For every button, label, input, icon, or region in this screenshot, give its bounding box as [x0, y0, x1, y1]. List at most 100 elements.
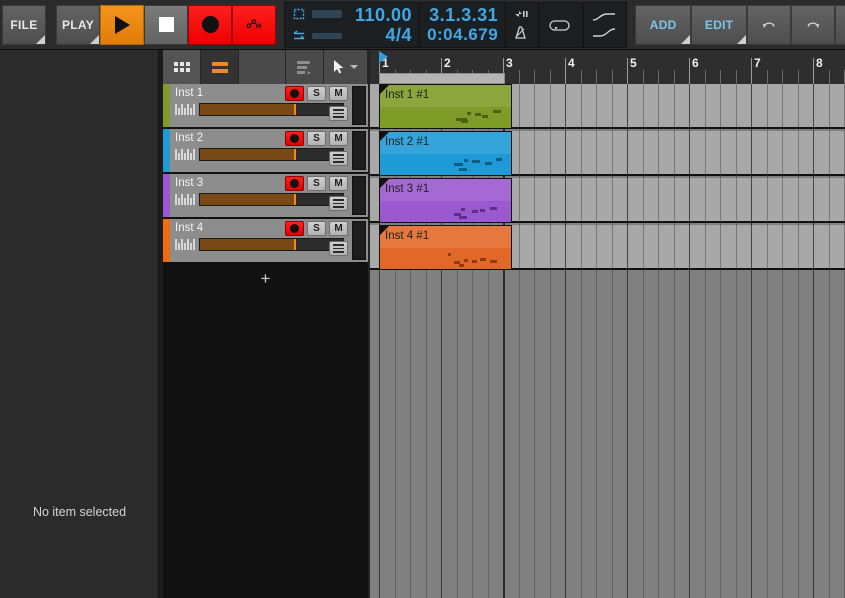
track-lanes[interactable]: Inst 1 #1 Inst 2 #1 Inst 3 #1 Inst 4 #1 — [370, 84, 845, 598]
midi-clip[interactable]: Inst 4 #1 — [379, 225, 513, 270]
midi-clip[interactable]: Inst 3 #1 — [379, 178, 513, 223]
ruler-bar-tick — [627, 58, 628, 84]
track-color-strip[interactable] — [163, 84, 170, 127]
track-record-arm-button[interactable] — [285, 221, 304, 236]
stop-button[interactable] — [144, 4, 188, 45]
automation-w-icon: W — [246, 18, 262, 29]
click-icon — [515, 10, 528, 17]
metronome-toggle-row[interactable] — [291, 6, 342, 22]
ruler-bar-label: 6 — [692, 56, 699, 70]
ruler-subdivision-tick — [658, 70, 659, 84]
track-mute-button[interactable]: M — [329, 86, 348, 101]
list-lines-icon — [211, 61, 228, 73]
track-menu-button[interactable] — [329, 106, 348, 121]
track-solo-button[interactable]: S — [307, 221, 326, 236]
duplicate-button[interactable] — [835, 4, 845, 45]
toolbar-spacer — [239, 50, 286, 84]
record-button[interactable] — [188, 4, 232, 45]
track-record-arm-button[interactable] — [285, 176, 304, 191]
pointer-tool-button[interactable] — [324, 50, 368, 84]
track-volume-slider[interactable] — [199, 193, 344, 206]
midi-clip[interactable]: Inst 2 #1 — [379, 131, 513, 176]
metronome-cell[interactable] — [506, 2, 540, 47]
play-mode-button[interactable]: PLAY — [56, 4, 100, 45]
ruler-bar-label: 7 — [754, 56, 761, 70]
metronome-level-bar — [312, 9, 342, 18]
grid-beat-line — [642, 84, 644, 598]
readout-toggles — [285, 3, 348, 47]
track-color-strip[interactable] — [163, 219, 170, 262]
volume-handle[interactable] — [294, 104, 297, 115]
ruler-subdivision-tick — [782, 70, 783, 84]
loop-region-bar[interactable] — [379, 73, 505, 84]
midi-note — [458, 168, 467, 172]
track-color-strip[interactable] — [163, 129, 170, 172]
grid-view-button[interactable] — [163, 50, 201, 84]
volume-handle[interactable] — [294, 194, 297, 205]
track-header[interactable]: Inst 2 S M — [163, 129, 368, 174]
track-solo-button[interactable]: S — [307, 86, 326, 101]
midi-note — [471, 209, 479, 213]
redo-button[interactable] — [791, 4, 836, 45]
track-mute-button[interactable]: M — [329, 131, 348, 146]
track-record-arm-button[interactable] — [285, 86, 304, 101]
volume-handle[interactable] — [294, 149, 297, 160]
automation-curve-cell[interactable] — [584, 3, 626, 47]
track-button-group: S M — [285, 86, 348, 101]
volume-handle[interactable] — [294, 239, 297, 250]
play-icon — [114, 15, 130, 34]
track-menu-button[interactable] — [329, 196, 348, 211]
track-color-strip[interactable] — [163, 174, 170, 217]
track-header[interactable]: Inst 4 S M — [163, 219, 368, 264]
track-mute-button[interactable]: M — [329, 176, 348, 191]
lanes-button[interactable] — [286, 50, 324, 84]
midi-note — [485, 162, 492, 166]
loop-icon — [549, 19, 570, 31]
midi-note — [461, 208, 466, 212]
grid-beat-line — [782, 84, 783, 598]
track-header-body: Inst 3 S M — [170, 174, 368, 217]
track-mute-button[interactable]: M — [329, 221, 348, 236]
playhead-marker[interactable] — [379, 51, 388, 63]
grid-beat-line — [797, 84, 799, 598]
chip-icon — [293, 8, 305, 19]
tempo-cell[interactable]: 110.00 4/4 — [348, 2, 421, 47]
loop-cell[interactable] — [539, 2, 585, 47]
automation-write-button[interactable]: W — [232, 4, 276, 45]
clip-fold-corner[interactable] — [380, 226, 389, 235]
play-button[interactable] — [100, 4, 144, 45]
track-header-body: Inst 2 S M — [170, 129, 368, 172]
undo-button[interactable] — [747, 4, 792, 45]
grid-bar-line — [689, 84, 690, 598]
midi-note — [461, 120, 468, 124]
track-header[interactable]: Inst 3 S M — [163, 174, 368, 219]
track-menu-button[interactable] — [329, 151, 348, 166]
track-header[interactable]: Inst 1 S M — [163, 84, 368, 129]
track-solo-button[interactable]: S — [307, 131, 326, 146]
midi-note — [490, 260, 497, 264]
position-cell[interactable]: 3.1.3.31 0:04.679 — [420, 2, 507, 47]
ruler-subdivision-tick — [611, 70, 613, 84]
clip-fold-corner[interactable] — [380, 85, 389, 94]
grid-beat-line — [596, 84, 597, 598]
track-solo-button[interactable]: S — [307, 176, 326, 191]
timeline-ruler[interactable]: 12345678 — [370, 50, 845, 84]
clip-fold-corner[interactable] — [380, 132, 389, 141]
track-volume-slider[interactable] — [199, 148, 344, 161]
track-menu-button[interactable] — [329, 241, 348, 256]
track-header-body: Inst 4 S M — [170, 219, 368, 262]
file-button[interactable]: FILE — [2, 4, 46, 45]
add-track-button[interactable]: + — [163, 264, 368, 294]
midi-clip[interactable]: Inst 1 #1 — [379, 84, 513, 129]
clip-fold-corner[interactable] — [380, 179, 389, 188]
track-button-group: S M — [285, 176, 348, 191]
grid-bar-line — [751, 84, 752, 598]
track-record-arm-button[interactable] — [285, 131, 304, 146]
track-volume-slider[interactable] — [199, 103, 344, 116]
track-volume-slider[interactable] — [199, 238, 344, 251]
edit-button[interactable]: EDIT — [691, 4, 748, 45]
add-button[interactable]: ADD — [635, 4, 692, 45]
list-view-button[interactable] — [201, 50, 239, 84]
midi-note — [448, 252, 451, 256]
sync-toggle-row[interactable] — [291, 28, 342, 44]
